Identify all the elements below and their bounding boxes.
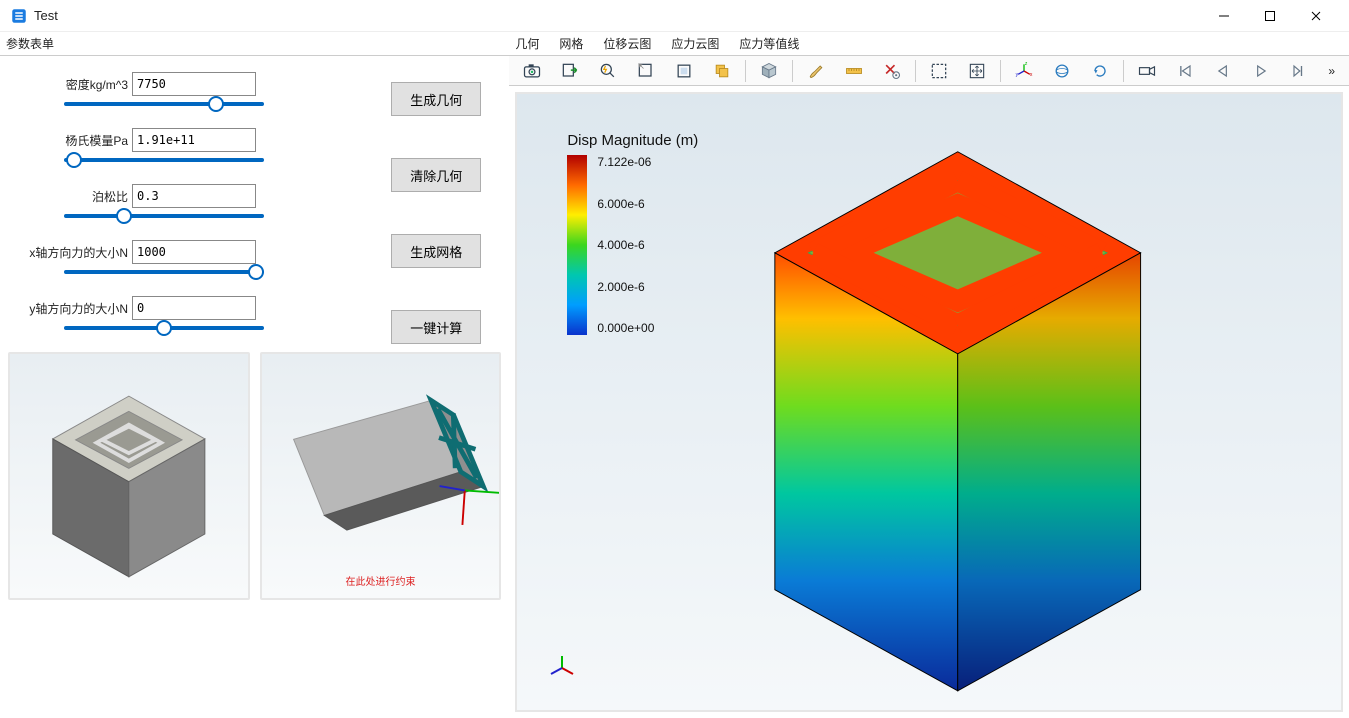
window-close-button[interactable]	[1293, 0, 1339, 32]
play-icon[interactable]	[1242, 58, 1280, 84]
label-youngs: 杨氏模量Pa	[8, 132, 128, 149]
preview-constraints-caption: 在此处进行约束	[262, 573, 500, 588]
preview-geometry[interactable]	[8, 352, 250, 600]
window-titlebar: Test	[0, 0, 1349, 32]
export-icon[interactable]	[551, 58, 589, 84]
search-zap-icon[interactable]	[589, 58, 627, 84]
menu-params-form[interactable]: 参数表单	[6, 35, 54, 52]
stack-icon[interactable]	[703, 58, 741, 84]
menu-geometry[interactable]: 几何	[515, 35, 539, 52]
field-density: 密度kg/m^3	[8, 72, 375, 106]
app-icon	[10, 7, 28, 25]
cube-icon[interactable]	[750, 58, 788, 84]
box-select-icon[interactable]	[627, 58, 665, 84]
window-maximize-button[interactable]	[1247, 0, 1293, 32]
left-menubar: 参数表单	[0, 32, 509, 56]
slider-density[interactable]	[64, 102, 264, 106]
slider-force-x[interactable]	[64, 270, 264, 274]
move-icon[interactable]	[958, 58, 996, 84]
step-back-icon[interactable]	[1204, 58, 1242, 84]
skip-start-icon[interactable]	[1166, 58, 1204, 84]
ruler-icon[interactable]	[835, 58, 873, 84]
menu-mesh[interactable]: 网格	[559, 35, 583, 52]
input-force-x[interactable]	[132, 240, 256, 264]
step-forward-icon[interactable]	[1280, 58, 1318, 84]
gen-mesh-button[interactable]: 生成网格	[391, 234, 481, 268]
input-density[interactable]	[132, 72, 256, 96]
svg-text:y: y	[1015, 72, 1018, 78]
clear-geometry-button[interactable]: 清除几何	[391, 158, 481, 192]
gen-geometry-button[interactable]: 生成几何	[391, 82, 481, 116]
preview-row: 在此处进行约束	[0, 352, 509, 608]
right-menubar: 几何 网格 位移云图 应力云图 应力等值线	[509, 32, 1349, 56]
brush-icon[interactable]	[797, 58, 835, 84]
orbit-icon[interactable]	[1043, 58, 1081, 84]
camera-icon[interactable]	[513, 58, 551, 84]
window-title: Test	[34, 8, 58, 23]
x-gear-icon[interactable]	[873, 58, 911, 84]
input-force-y[interactable]	[132, 296, 256, 320]
field-poisson: 泊松比	[8, 184, 375, 218]
input-youngs[interactable]	[132, 128, 256, 152]
left-pane: 参数表单 密度kg/m^3 杨氏模量Pa	[0, 32, 509, 718]
slider-poisson[interactable]	[64, 214, 264, 218]
orientation-triad-icon	[547, 653, 577, 686]
label-force-x: x轴方向力的大小N	[8, 244, 128, 261]
right-pane: 几何 网格 位移云图 应力云图 应力等值线 zx y	[509, 32, 1349, 718]
menu-disp-contour[interactable]: 位移云图	[603, 35, 651, 52]
viewport-toolbar: zx y »	[509, 56, 1349, 86]
input-poisson[interactable]	[132, 184, 256, 208]
axes-icon[interactable]: zx y	[1005, 58, 1043, 84]
slider-youngs[interactable]	[64, 158, 264, 162]
fea-result-model	[517, 94, 1341, 710]
label-poisson: 泊松比	[8, 188, 128, 205]
label-force-y: y轴方向力的大小N	[8, 300, 128, 317]
menu-stress-contour[interactable]: 应力云图	[671, 35, 719, 52]
rotate-icon[interactable]	[1081, 58, 1119, 84]
field-force-x: x轴方向力的大小N	[8, 240, 375, 274]
camera-view-icon[interactable]	[1128, 58, 1166, 84]
one-click-calc-button[interactable]: 一键计算	[391, 310, 481, 344]
square-icon[interactable]	[665, 58, 703, 84]
window-minimize-button[interactable]	[1201, 0, 1247, 32]
svg-text:z: z	[1025, 61, 1028, 67]
label-density: 密度kg/m^3	[8, 76, 128, 93]
slider-force-y[interactable]	[64, 326, 264, 330]
field-youngs: 杨氏模量Pa	[8, 128, 375, 162]
svg-text:x: x	[1030, 72, 1033, 78]
field-force-y: y轴方向力的大小N	[8, 296, 375, 330]
viewport-3d[interactable]: Disp Magnitude (m) 7.122e-06 6.000e-6 4.…	[515, 92, 1343, 712]
menu-stress-isolines[interactable]: 应力等值线	[739, 35, 799, 52]
params-form: 密度kg/m^3 杨氏模量Pa 泊松比	[0, 56, 509, 352]
preview-constraints[interactable]: 在此处进行约束	[260, 352, 502, 600]
toolbar-overflow[interactable]: »	[1318, 64, 1345, 78]
marquee-icon[interactable]	[920, 58, 958, 84]
